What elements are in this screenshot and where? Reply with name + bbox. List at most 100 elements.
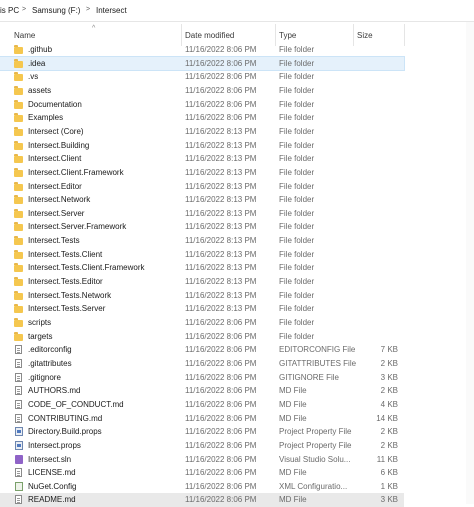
file-row[interactable]: Intersect.Tests.Network 11/16/2022 8:13 P…: [0, 289, 404, 303]
file-row[interactable]: scripts 11/16/2022 8:06 PM File folder: [0, 316, 404, 330]
file-row[interactable]: NuGet.Config 11/16/2022 8:06 PM XML Config…: [0, 480, 404, 494]
file-date-modified: 11/16/2022 8:13 PM: [185, 181, 257, 191]
breadcrumb-intersect[interactable]: Intersect: [96, 6, 127, 15]
file-row[interactable]: Examples 11/16/2022 8:06 PM File folder: [0, 111, 404, 125]
file-row[interactable]: Intersect.Client.Framework 11/16/2022 8:1…: [0, 166, 404, 180]
breadcrumb-separator-icon: >: [22, 6, 27, 13]
file-type: File folder: [279, 126, 315, 136]
folder-icon: [14, 304, 24, 314]
file-row[interactable]: .editorconfig 11/16/2022 8:06 PM EDITORCON…: [0, 343, 404, 357]
folder-icon: [14, 277, 24, 287]
breadcrumb-this-pc[interactable]: is PC: [0, 6, 19, 15]
file-row[interactable]: .github 11/16/2022 8:06 PM File folder: [0, 43, 404, 57]
file-date-modified: 11/16/2022 8:06 PM: [185, 345, 257, 355]
file-date-modified: 11/16/2022 8:13 PM: [185, 154, 257, 164]
file-date-modified: 11/16/2022 8:06 PM: [185, 58, 257, 68]
file-type: MD File: [279, 386, 307, 396]
file-row[interactable]: CODE_OF_CONDUCT.md 11/16/2022 8:06 PM MD F…: [0, 398, 404, 412]
file-type: File folder: [279, 45, 315, 54]
folder-icon: [14, 331, 24, 342]
file-date-modified: 11/16/2022 8:13 PM: [185, 277, 257, 287]
file-row[interactable]: Intersect.Server.Framework 11/16/2022 8:1…: [0, 220, 404, 234]
file-size: 2 KB: [380, 440, 398, 450]
file-name: assets: [28, 85, 52, 95]
file-row[interactable]: Intersect.Network 11/16/2022 8:13 PM File …: [0, 193, 404, 207]
file-type: File folder: [279, 318, 315, 327]
file-icon: [14, 386, 24, 396]
file-date-modified: 11/16/2022 8:06 PM: [185, 427, 257, 437]
folder-icon: [14, 263, 24, 273]
file-row[interactable]: .gitattributes 11/16/2022 8:06 PM GITATTRI…: [0, 357, 404, 371]
solution-icon: [14, 454, 24, 465]
file-row[interactable]: assets 11/16/2022 8:06 PM File folder: [0, 84, 404, 98]
folder-icon: [14, 236, 24, 246]
file-name: Documentation: [28, 99, 82, 109]
file-row[interactable]: Intersect.Tests.Editor 11/16/2022 8:13 PM…: [0, 275, 404, 289]
file-name: Intersect.Tests.Client.Framework: [28, 263, 145, 273]
file-name: .vs: [28, 72, 39, 82]
file-name: Intersect.Server.Framework: [28, 222, 127, 232]
file-size: 2 KB: [380, 358, 398, 368]
folder-icon: [14, 113, 24, 123]
file-row[interactable]: Intersect.Server 11/16/2022 8:13 PM File f…: [0, 207, 404, 221]
file-type: MD File: [279, 413, 307, 423]
file-name: Examples: [28, 113, 64, 123]
column-header-type[interactable]: Type: [279, 31, 296, 40]
file-type: MD File: [279, 468, 307, 478]
file-row[interactable]: Intersect.Client 11/16/2022 8:13 PM File f…: [0, 152, 404, 166]
file-type: File folder: [279, 85, 315, 95]
file-name: targets: [28, 331, 53, 341]
file-name: scripts: [28, 318, 52, 327]
file-name: Intersect.Tests.Network: [28, 290, 112, 300]
column-header-size[interactable]: Size: [357, 31, 373, 40]
file-type: Project Property File: [279, 440, 352, 450]
column-header-date-modified[interactable]: Date modified: [185, 31, 234, 40]
file-name: Intersect.Building: [28, 140, 90, 150]
file-type: GITIGNORE File: [279, 372, 340, 382]
file-row[interactable]: .gitignore 11/16/2022 8:06 PM GITIGNORE Fi…: [0, 371, 404, 385]
folder-icon: [14, 167, 24, 178]
file-row[interactable]: Intersect.Tests.Client 11/16/2022 8:13 PM…: [0, 248, 404, 262]
file-row[interactable]: Intersect.Tests 11/16/2022 8:13 PM File fo…: [0, 234, 404, 248]
file-date-modified: 11/16/2022 8:06 PM: [185, 72, 257, 82]
file-date-modified: 11/16/2022 8:06 PM: [185, 45, 257, 54]
file-row[interactable]: Intersect.Building 11/16/2022 8:13 PM File…: [0, 139, 404, 153]
file-row[interactable]: .idea 11/16/2022 8:06 PM File folder: [0, 55, 405, 72]
file-name: Directory.Build.props: [28, 427, 102, 437]
file-date-modified: 11/16/2022 8:06 PM: [185, 399, 257, 409]
project-icon: [14, 427, 24, 437]
file-row[interactable]: Intersect (Core) 11/16/2022 8:13 PM File f…: [0, 125, 404, 139]
file-row[interactable]: Intersect.Tests.Client.Framework 11/16/20…: [0, 261, 404, 275]
column-header-name[interactable]: Name: [14, 31, 35, 40]
file-row[interactable]: LICENSE.md 11/16/2022 8:06 PM MD File 6 KB: [0, 466, 404, 480]
file-row[interactable]: README.md 11/16/2022 8:06 PM MD File 3 KB: [0, 493, 404, 507]
file-name: Intersect.Editor: [28, 181, 82, 191]
file-date-modified: 11/16/2022 8:13 PM: [185, 222, 257, 232]
file-row[interactable]: CONTRIBUTING.md 11/16/2022 8:06 PM MD File…: [0, 412, 404, 426]
vertical-scrollbar[interactable]: [466, 22, 474, 504]
file-type: XML Configuratio...: [279, 481, 348, 491]
file-row[interactable]: Intersect.Editor 11/16/2022 8:13 PM File f…: [0, 180, 404, 194]
file-row[interactable]: targets 11/16/2022 8:06 PM File folder: [0, 330, 404, 344]
column-divider[interactable]: [404, 24, 405, 46]
file-row[interactable]: Directory.Build.props 11/16/2022 8:06 PM P…: [0, 425, 404, 439]
breadcrumb-drive[interactable]: Samsung (F:): [32, 6, 80, 15]
file-date-modified: 11/16/2022 8:13 PM: [185, 263, 257, 273]
file-name: CONTRIBUTING.md: [28, 413, 103, 423]
file-row[interactable]: Intersect.sln 11/16/2022 8:06 PM Visual St…: [0, 453, 404, 467]
file-row[interactable]: AUTHORS.md 11/16/2022 8:06 PM MD File 2 KB: [0, 384, 404, 398]
file-row[interactable]: Intersect.props 11/16/2022 8:06 PM Project…: [0, 439, 404, 453]
file-type: File folder: [279, 195, 315, 205]
file-name: NuGet.Config: [28, 481, 77, 491]
file-row[interactable]: .vs 11/16/2022 8:06 PM File folder: [0, 70, 404, 84]
file-date-modified: 11/16/2022 8:13 PM: [185, 126, 257, 136]
file-icon: [14, 345, 24, 355]
file-date-modified: 11/16/2022 8:06 PM: [185, 481, 257, 491]
folder-icon: [14, 290, 24, 301]
file-name: .idea: [28, 58, 46, 68]
file-row[interactable]: Documentation 11/16/2022 8:06 PM File fold…: [0, 98, 404, 112]
file-type: File folder: [279, 208, 315, 218]
address-bar[interactable]: is PC > Samsung (F:) > Intersect: [0, 0, 474, 22]
file-name: AUTHORS.md: [28, 386, 81, 396]
file-row[interactable]: Intersect.Tests.Server 11/16/2022 8:13 PM…: [0, 302, 404, 316]
